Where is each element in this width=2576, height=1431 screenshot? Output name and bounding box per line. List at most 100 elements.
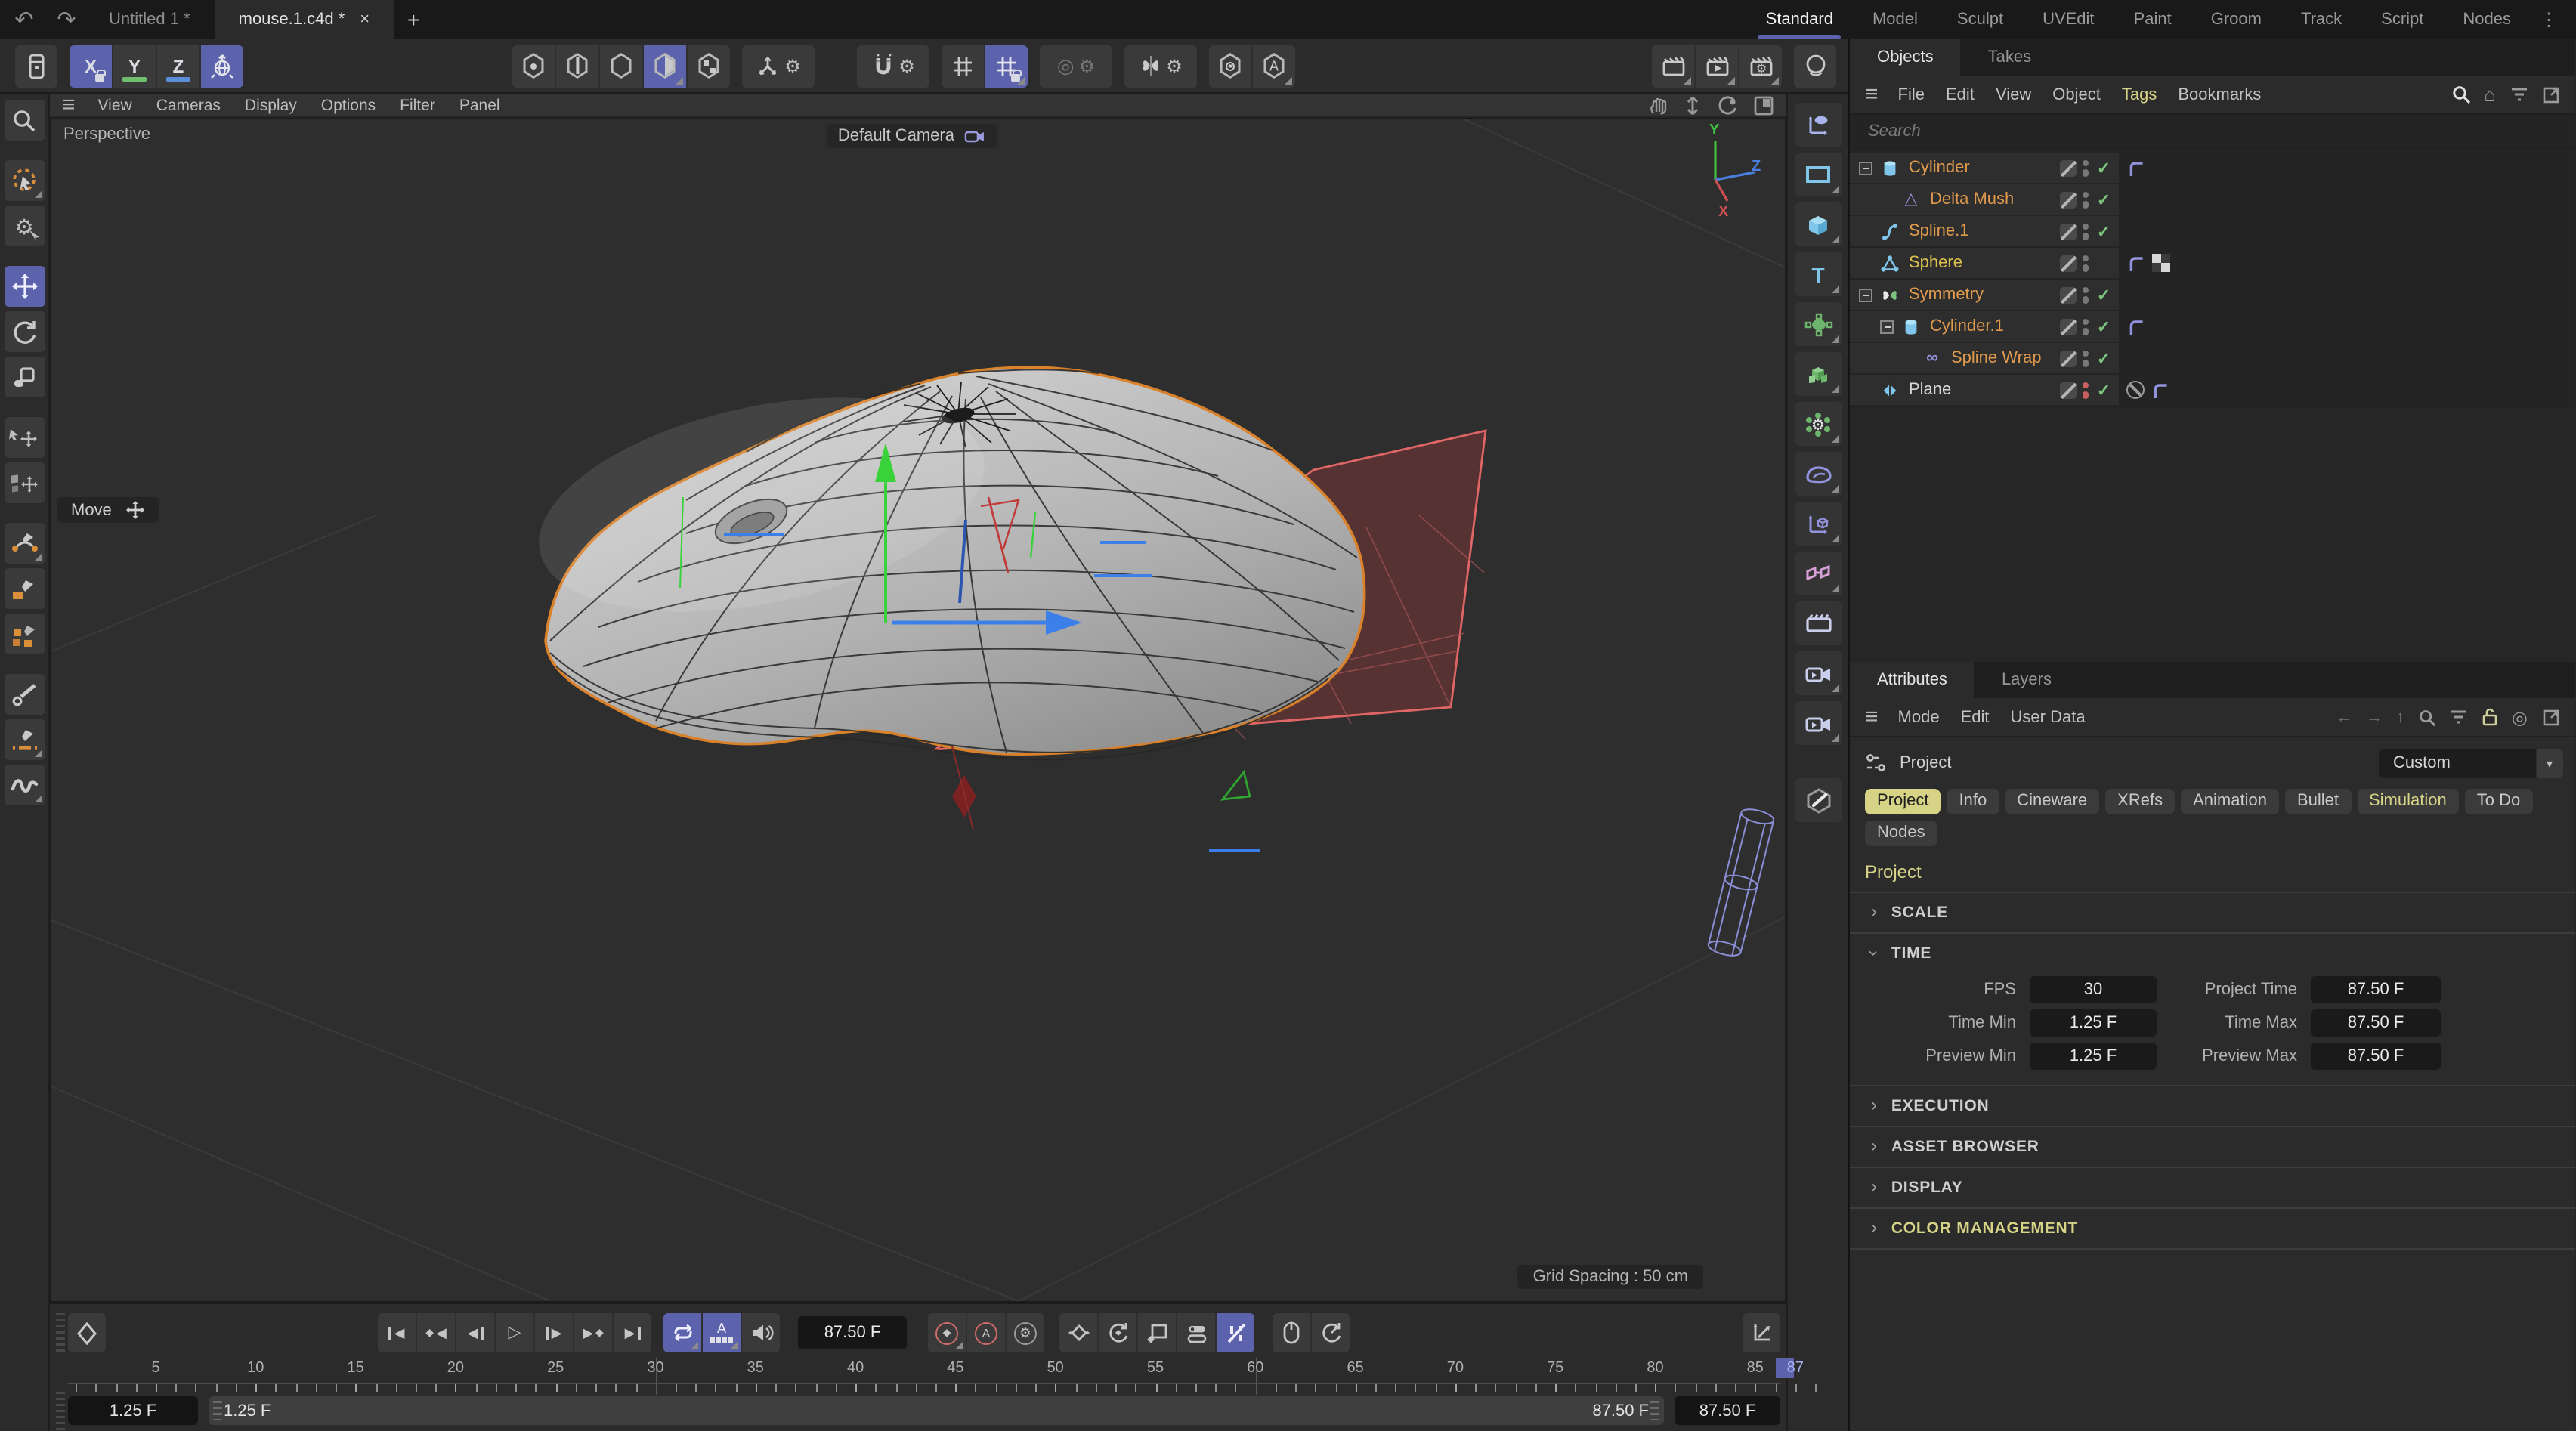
edit-mode-button[interactable] xyxy=(1795,778,1842,822)
objects-menu-object[interactable]: Object xyxy=(2052,85,2101,104)
axis-orientation-gizmo[interactable]: Y Z X xyxy=(1643,125,1764,231)
tree-row-symmetry[interactable]: Symmetry ✓ xyxy=(1850,280,2574,310)
prev-key-button[interactable]: ◆◀ xyxy=(417,1313,455,1352)
layout-tab-paint[interactable]: Paint xyxy=(2114,0,2191,39)
stage-button[interactable] xyxy=(1795,601,1842,645)
prev-frame-button[interactable]: ◀ xyxy=(456,1313,494,1352)
move-tool-button[interactable] xyxy=(4,266,45,307)
visibility-dots[interactable] xyxy=(2082,318,2089,335)
layout-tab-standard[interactable]: Standard xyxy=(1746,0,1853,39)
tweak-mode-button[interactable]: ⚙ xyxy=(4,206,45,246)
preview-min-field[interactable]: 1.25 F xyxy=(2030,1043,2157,1070)
deformer-button[interactable] xyxy=(1795,452,1842,496)
world-coordinates-button[interactable] xyxy=(201,45,243,87)
edit-badge-icon[interactable] xyxy=(2059,255,2076,271)
freehand-spline-button[interactable] xyxy=(4,765,45,805)
attributes-menu-icon[interactable] xyxy=(1865,712,1877,723)
enabled-check-icon[interactable]: ✓ xyxy=(2095,317,2113,336)
time-max-field[interactable]: 87.50 F xyxy=(2311,1009,2441,1037)
object-name[interactable]: Delta Mush xyxy=(1930,190,2059,209)
edit-badge-icon[interactable] xyxy=(2059,382,2076,398)
enabled-check-icon[interactable]: ✓ xyxy=(2095,221,2113,241)
object-name[interactable]: Sphere xyxy=(1909,254,2059,272)
edit-badge-icon[interactable] xyxy=(2059,286,2076,303)
key-position-button[interactable] xyxy=(1059,1313,1097,1352)
popout-icon[interactable] xyxy=(2541,85,2559,104)
visibility-dots[interactable] xyxy=(2082,255,2089,271)
axis-settings-button[interactable]: ⚙ xyxy=(742,45,815,87)
mode-points-icon[interactable] xyxy=(556,45,598,87)
section-execution[interactable]: › EXECUTION xyxy=(1850,1086,2574,1126)
key-scale-button[interactable] xyxy=(1138,1313,1176,1352)
up-arrow-icon[interactable]: ↑ xyxy=(2396,708,2404,726)
edit-badge-icon[interactable] xyxy=(2059,318,2076,335)
lock-x-axis-button[interactable]: X xyxy=(70,45,112,87)
undo-icon[interactable]: ↶ xyxy=(6,2,42,38)
volume-builder-button[interactable] xyxy=(1795,352,1842,396)
chip-xrefs[interactable]: XRefs xyxy=(2105,789,2175,814)
objects-search-input[interactable] xyxy=(1850,122,2574,140)
viewport-menu-options[interactable]: Options xyxy=(321,96,376,114)
object-name[interactable]: Symmetry xyxy=(1909,286,2059,304)
protection-tag-icon[interactable] xyxy=(2126,381,2145,399)
camera-alt-button[interactable] xyxy=(1795,701,1842,745)
chip-bullet[interactable]: Bullet xyxy=(2285,789,2351,814)
time-min-field[interactable]: 1.25 F xyxy=(2030,1009,2157,1037)
camera-button[interactable] xyxy=(1795,651,1842,695)
mode-model-icon[interactable] xyxy=(512,45,555,87)
section-time[interactable]: › TIME xyxy=(1850,934,2574,973)
keyframe-settings-button[interactable]: ⚙ xyxy=(1007,1313,1044,1352)
hex-autokey-icon[interactable]: A xyxy=(1253,45,1295,87)
goto-end-button[interactable]: ▶ xyxy=(614,1313,651,1352)
viewport-canvas[interactable]: Perspective Default Camera Move Grid Spa xyxy=(50,118,1786,1303)
viewport-menu-filter[interactable]: Filter xyxy=(400,96,435,114)
null-axis-button[interactable] xyxy=(1795,502,1842,546)
visibility-dots[interactable] xyxy=(2082,286,2089,303)
chip-project[interactable]: Project xyxy=(1865,789,1941,814)
objects-menu-view[interactable]: View xyxy=(1996,85,2031,104)
preset-dropdown[interactable]: Custom ▾ xyxy=(2378,749,2562,777)
tree-row-spline-wrap[interactable]: ∞ Spline Wrap ✓ xyxy=(1850,343,2574,373)
layout-tab-sculpt[interactable]: Sculpt xyxy=(1937,0,2023,39)
tree-row-spline1[interactable]: Spline.1 ✓ xyxy=(1850,216,2574,246)
keyframe-button[interactable] xyxy=(68,1313,106,1352)
tree-row-plane[interactable]: Plane ✓ xyxy=(1850,375,2574,405)
tree-row-cylinder[interactable]: Cylinder ✓ xyxy=(1850,153,2574,183)
visibility-dots[interactable] xyxy=(2082,159,2089,176)
filter-icon[interactable] xyxy=(2450,709,2468,725)
range-end-field[interactable]: 87.50 F xyxy=(1675,1396,1780,1425)
tab-objects[interactable]: Objects xyxy=(1850,39,1961,76)
tab-attributes[interactable]: Attributes xyxy=(1850,662,1975,698)
section-color-management[interactable]: › COLOR MANAGEMENT xyxy=(1850,1209,2574,1248)
spline-pen-button[interactable] xyxy=(4,523,45,564)
document-tab-untitled[interactable]: Untitled 1 * xyxy=(85,0,215,39)
range-handle-left[interactable] xyxy=(213,1401,222,1420)
selection-move-button[interactable] xyxy=(4,417,45,458)
render-view-button[interactable] xyxy=(1652,45,1694,87)
open-timeline-button[interactable] xyxy=(1743,1313,1780,1352)
object-name[interactable]: Spline Wrap xyxy=(1951,349,2059,367)
layout-overflow-icon[interactable]: ⋮ xyxy=(2531,0,2567,39)
object-name[interactable]: Spline.1 xyxy=(1909,222,2059,240)
rotate-tool-button[interactable] xyxy=(4,311,45,352)
mode-edges-icon[interactable] xyxy=(600,45,642,87)
visibility-dots[interactable] xyxy=(2082,191,2089,208)
object-name[interactable]: Cylinder xyxy=(1909,159,2059,177)
section-asset-browser[interactable]: › ASSET BROWSER xyxy=(1850,1127,2574,1167)
attributes-menu-userdata[interactable]: User Data xyxy=(2011,708,2086,726)
line-cut-button[interactable] xyxy=(4,719,45,760)
chip-animation[interactable]: Animation xyxy=(2181,789,2279,814)
section-scale[interactable]: › SCALE xyxy=(1850,893,2574,932)
objects-menu-icon[interactable] xyxy=(1865,89,1877,100)
viewport-menu-display[interactable]: Display xyxy=(245,96,297,114)
objects-menu-bookmarks[interactable]: Bookmarks xyxy=(2178,85,2261,104)
document-tab-mouse[interactable]: mouse.1.c4d * × xyxy=(215,0,394,39)
key-pla-button[interactable] xyxy=(1217,1313,1254,1352)
close-tab-icon[interactable]: × xyxy=(360,11,370,29)
mode-texture-icon[interactable] xyxy=(688,45,730,87)
layout-tab-uvedit[interactable]: UVEdit xyxy=(2023,0,2114,39)
layout-tab-script[interactable]: Script xyxy=(2361,0,2443,39)
tree-row-delta-mush[interactable]: △ Delta Mush ✓ xyxy=(1850,184,2574,215)
cloner-button[interactable]: ⚙ xyxy=(1795,402,1842,446)
box-tool-icon[interactable] xyxy=(15,45,57,87)
